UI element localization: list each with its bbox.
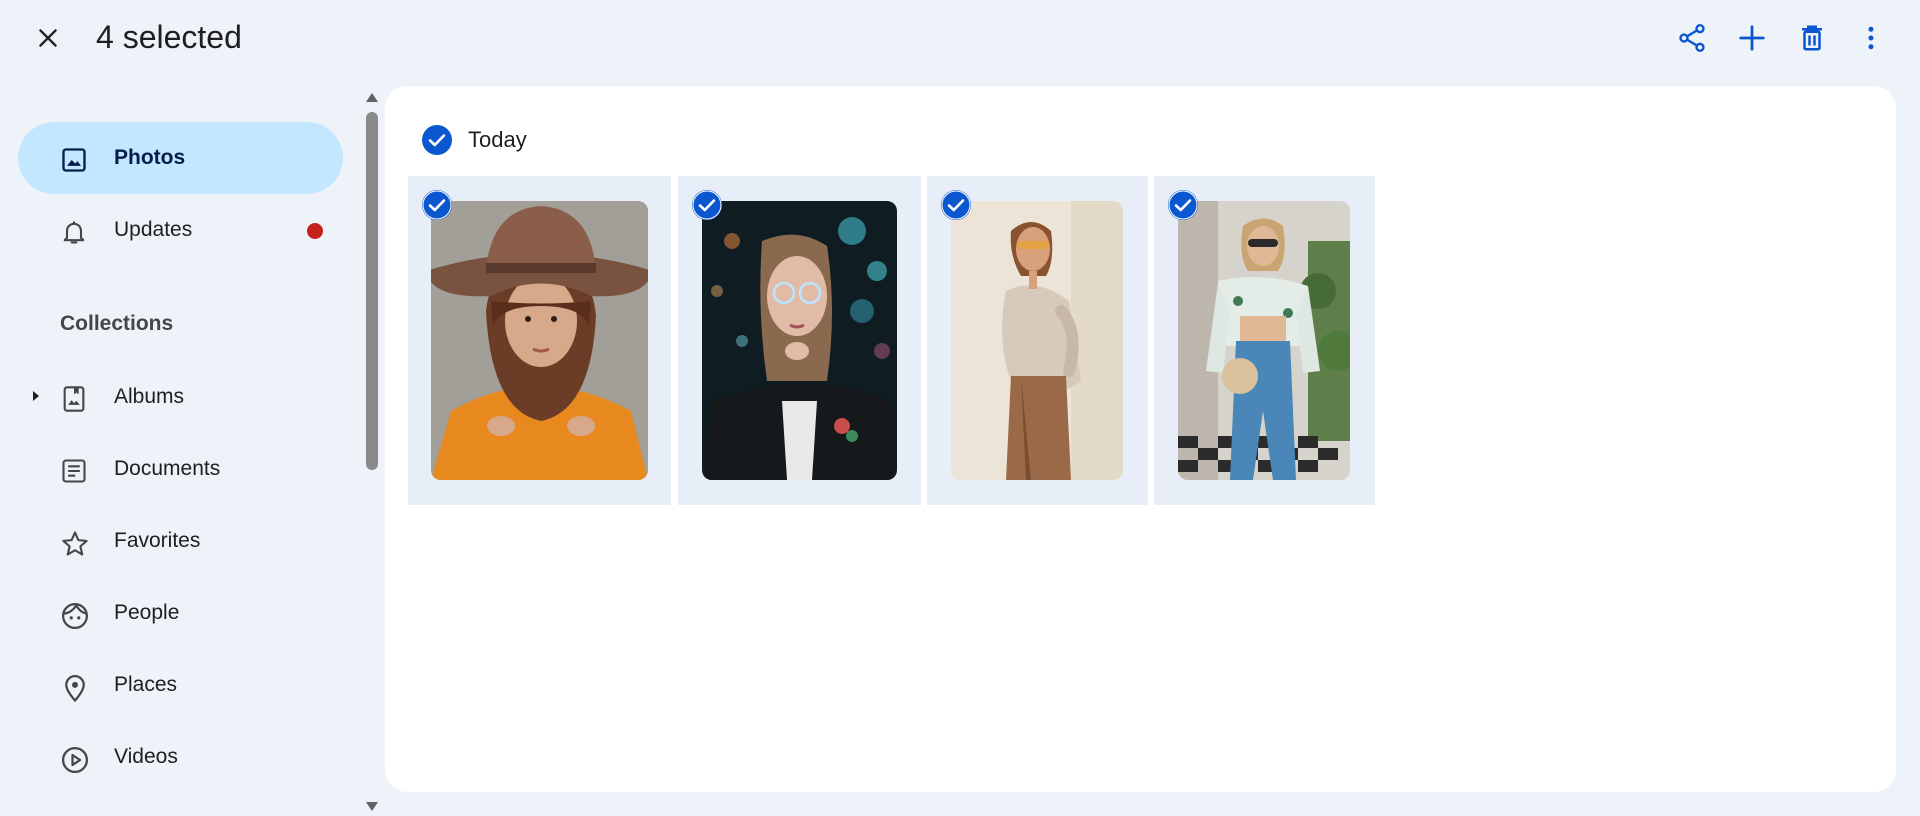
collections-heading: Collections [60,312,174,335]
photo-thumbnail [702,201,897,480]
check-circle-icon[interactable] [941,190,971,220]
close-selection-button[interactable] [26,20,70,56]
play-circle-icon [60,745,88,773]
check-circle-icon[interactable] [692,190,722,220]
star-icon [60,529,88,556]
scroll-up-arrow-icon[interactable] [366,93,378,102]
scroll-down-arrow-icon[interactable] [366,802,378,811]
bell-icon [60,218,85,244]
sidebar-item-label: Updates [114,218,193,241]
document-icon [60,457,86,483]
location-pin-icon [60,673,85,703]
add-icon [1737,23,1767,53]
sidebar-item-videos[interactable]: Videos [18,721,343,793]
add-to-button[interactable] [1730,16,1774,60]
face-icon [60,601,88,629]
scrollbar-thumb[interactable] [366,112,378,470]
sidebar-item-label: People [114,601,180,624]
more-vert-icon [1856,23,1886,53]
sidebar-item-favorites[interactable]: Favorites [18,505,343,577]
check-circle-icon [422,125,452,155]
close-icon [35,25,61,51]
photo-thumbnail [431,201,648,480]
sidebar-item-label: Places [114,673,178,696]
sidebar-item-updates[interactable]: Updates [18,194,343,266]
selection-count-title: 4 selected [96,19,242,55]
date-group-label: Today [468,127,527,152]
more-options-button[interactable] [1849,16,1893,60]
delete-button[interactable] [1790,16,1834,60]
sidebar-item-photos[interactable]: Photos [18,122,343,194]
notification-badge [307,223,323,239]
sidebar-item-label: Documents [114,457,221,480]
share-icon [1676,22,1708,54]
photo-tile[interactable] [408,176,671,505]
photo-thumbnail [1178,201,1350,480]
photo-icon [60,146,86,172]
photo-tile[interactable] [927,176,1148,505]
selection-toolbar: 4 selected [0,0,1920,76]
check-circle-icon[interactable] [422,190,452,220]
sidebar-item-label: Photos [114,146,186,169]
sidebar-item-places[interactable]: Places [18,649,343,721]
check-circle-icon[interactable] [1168,190,1198,220]
sidebar-item-documents[interactable]: Documents [18,433,343,505]
delete-icon [1797,23,1827,53]
photo-grid-panel: Today [385,86,1896,792]
sidebar-item-people[interactable]: People [18,577,343,649]
album-icon [60,385,85,412]
photo-thumbnail [951,201,1123,480]
photo-tile[interactable] [678,176,921,505]
photo-tile[interactable] [1154,176,1375,505]
sidebar-item-albums[interactable]: Albums [18,361,343,433]
sidebar-nav: Photos Updates Collections Albums Docume… [0,76,360,816]
share-button[interactable] [1670,16,1714,60]
sidebar-item-label: Videos [114,745,178,768]
select-date-group-checkbox[interactable] [422,125,452,155]
sidebar-item-label: Favorites [114,529,201,552]
sidebar-item-label: Albums [114,385,185,408]
